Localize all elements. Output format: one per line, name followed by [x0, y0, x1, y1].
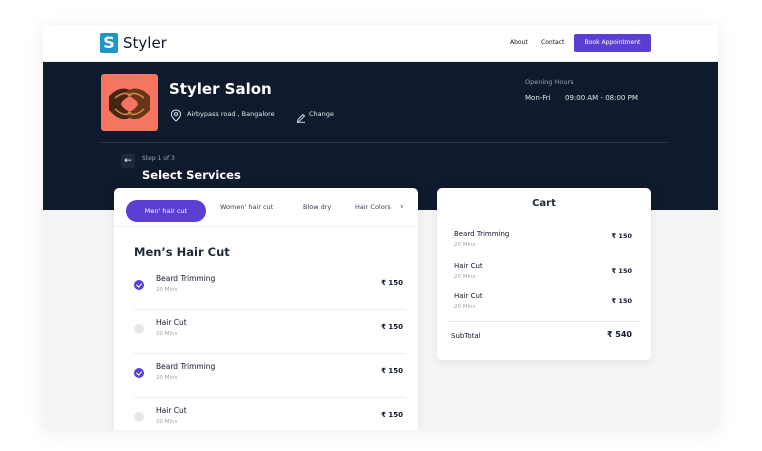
cart-item: Beard Trimming 20 Mins ₹ 150 [454, 230, 632, 254]
salon-location: Airbypass road , Bangalore [187, 110, 275, 118]
book-appointment-button[interactable]: Book Appointment [574, 34, 651, 52]
services-panel: Men' hair cut Women' hair cut Blow dry H… [114, 188, 418, 430]
nav-link-about[interactable]: About [510, 39, 528, 47]
cart-item-duration: 20 Mins [454, 242, 476, 248]
service-row[interactable]: Beard Trimming 20 Mins ₹ 150 [134, 354, 406, 398]
service-name: Hair Cut [156, 406, 187, 415]
nav-link-contact[interactable]: Contact [541, 39, 564, 47]
salon-logo-image [101, 74, 158, 131]
service-row[interactable]: Beard Trimming 20 Mins ₹ 150 [134, 266, 406, 310]
opening-days: Mon-Fri [525, 94, 551, 102]
service-price: ₹ 150 [381, 411, 403, 419]
tab-hair-colors[interactable]: Hair Colors [355, 202, 391, 212]
header-divider [101, 142, 667, 143]
app-frame: S Styler About Contact Book Appointment … [43, 25, 718, 430]
opening-time: 09:00 AM - 08:00 PM [565, 94, 638, 102]
service-tabs: Men' hair cut Women' hair cut Blow dry H… [114, 188, 418, 227]
cart-divider [447, 321, 641, 322]
edit-pencil-icon[interactable] [296, 108, 306, 123]
cart-item-duration: 20 Mins [454, 304, 476, 310]
chevron-right-icon[interactable]: › [400, 202, 404, 212]
service-row[interactable]: Hair Cut 20 Mins ₹ 150 [134, 398, 406, 430]
service-name: Hair Cut [156, 318, 187, 327]
subtotal-label: SubTotal [451, 332, 481, 340]
checkbox-unchecked-icon[interactable] [134, 324, 144, 334]
page-title: Select Services [142, 168, 241, 182]
service-duration: 20 Mins [156, 375, 178, 381]
cart-item-price: ₹ 150 [611, 297, 632, 305]
service-duration: 20 Mins [156, 419, 178, 425]
top-nav: S Styler About Contact Book Appointment [43, 25, 718, 62]
cart-item: Hair Cut 20 Mins ₹ 150 [454, 262, 632, 286]
service-price: ₹ 150 [381, 279, 403, 287]
checkbox-unchecked-icon[interactable] [134, 412, 144, 422]
service-row[interactable]: Hair Cut 20 Mins ₹ 150 [134, 310, 406, 354]
cart-title: Cart [532, 198, 556, 209]
cart-item-name: Hair Cut [454, 292, 483, 300]
cart-item-duration: 20 Mins [454, 274, 476, 280]
cart-item: Hair Cut 20 Mins ₹ 150 [454, 292, 632, 316]
service-name: Beard Trimming [156, 362, 216, 371]
service-price: ₹ 150 [381, 367, 403, 375]
cart-item-name: Beard Trimming [454, 230, 510, 238]
subtotal-value: ₹ 540 [606, 330, 632, 339]
tab-women-hair-cut[interactable]: Women' hair cut [220, 202, 273, 212]
checkbox-checked-icon[interactable] [134, 368, 144, 378]
salon-name: Styler Salon [169, 80, 272, 98]
cart-item-name: Hair Cut [454, 262, 483, 270]
back-arrow-icon[interactable]: ← [121, 154, 135, 168]
logo-text[interactable]: Styler [123, 33, 167, 53]
location-pin-icon [170, 107, 182, 122]
cart-panel: Cart Beard Trimming 20 Mins ₹ 150 Hair C… [437, 188, 651, 360]
opening-hours-label: Opening Hours [525, 78, 574, 86]
logo-icon[interactable]: S [100, 33, 118, 53]
tab-men-hair-cut[interactable]: Men' hair cut [126, 200, 206, 222]
checkbox-checked-icon[interactable] [134, 280, 144, 290]
section-title: Men’s Hair Cut [134, 245, 230, 259]
step-indicator: Step 1 of 3 [142, 155, 175, 162]
tab-blow-dry[interactable]: Blow dry [303, 202, 331, 212]
service-name: Beard Trimming [156, 274, 216, 283]
service-duration: 20 Mins [156, 331, 178, 337]
service-price: ₹ 150 [381, 323, 403, 331]
service-duration: 20 Mins [156, 287, 178, 293]
cart-item-price: ₹ 150 [611, 232, 632, 240]
change-location-link[interactable]: Change [309, 110, 334, 118]
cart-item-price: ₹ 150 [611, 267, 632, 275]
